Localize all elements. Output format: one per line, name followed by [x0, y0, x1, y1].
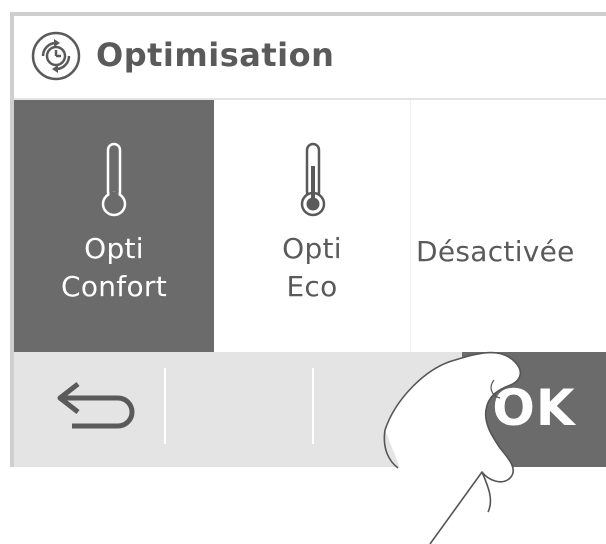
- option-opti-confort[interactable]: Opti Confort: [14, 100, 214, 352]
- divider: [164, 368, 166, 444]
- option-label: Opti Confort: [60, 232, 167, 303]
- option-desactivee[interactable]: Désactivée: [411, 100, 606, 352]
- header: Optimisation: [14, 16, 606, 100]
- bottom-bar: OK: [14, 352, 606, 467]
- page-title: Optimisation: [96, 36, 335, 74]
- back-arrow-icon[interactable]: [38, 374, 138, 434]
- option-opti-eco[interactable]: Opti Eco: [214, 100, 411, 352]
- clock-cycle-icon: [31, 31, 81, 81]
- ok-button[interactable]: OK: [462, 352, 606, 467]
- option-label: Opti Eco: [282, 232, 342, 303]
- thermometer-low-icon: [101, 142, 127, 217]
- option-label: Désactivée: [416, 235, 575, 268]
- divider: [312, 368, 314, 444]
- thermometer-high-icon: [300, 142, 326, 217]
- options-row: Opti Confort Opti Eco Désactivée: [14, 100, 606, 352]
- optimisation-screen: Optimisation Opti Confort Opti Eco Désac…: [10, 12, 606, 467]
